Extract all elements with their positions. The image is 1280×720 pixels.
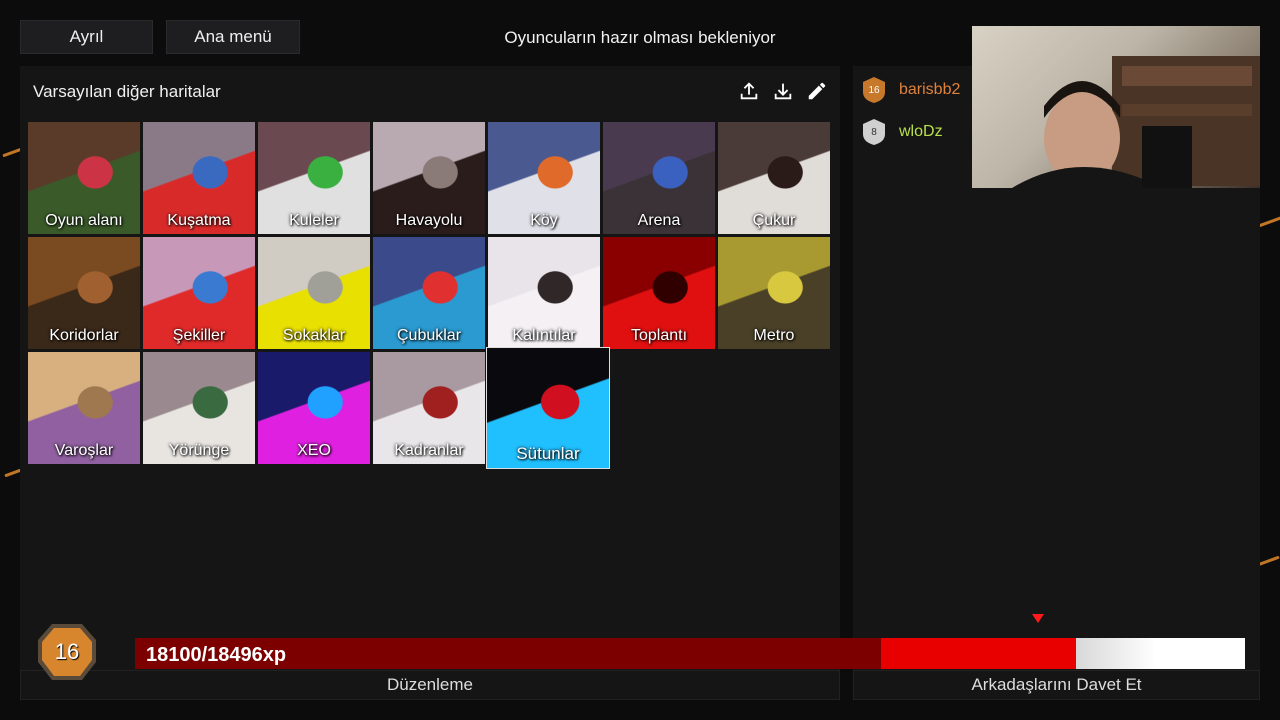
edit-button[interactable]: Düzenleme — [20, 670, 840, 700]
upload-icon[interactable] — [736, 78, 762, 104]
map-tile[interactable]: Çubuklar — [373, 237, 485, 349]
lobby-status: Oyuncuların hazır olması bekleniyor — [504, 28, 776, 47]
xp-fill-gain — [881, 638, 1076, 669]
map-tile[interactable]: Varoşlar — [28, 352, 140, 464]
map-label: Koridorlar — [49, 327, 119, 344]
webcam-overlay — [972, 26, 1260, 188]
map-tile[interactable]: Çukur — [718, 122, 830, 234]
map-label: Varoşlar — [54, 442, 114, 459]
xp-fill-fade — [1076, 638, 1156, 669]
player-level: 8 — [871, 126, 877, 138]
map-tile[interactable]: Kuşatma — [143, 122, 255, 234]
player-level: 16 — [868, 84, 880, 96]
maps-panel: Varsayılan diğer haritalar Oyun alanı Kuş… — [20, 66, 840, 670]
map-tile[interactable]: Kuleler — [258, 122, 370, 234]
panel-title: Varsayılan diğer haritalar — [33, 82, 221, 101]
map-tile[interactable]: Sütunlar — [486, 347, 610, 469]
map-tile[interactable]: Yörünge — [143, 352, 255, 464]
xp-text: 18100/18496xp — [146, 644, 287, 666]
map-label: Oyun alanı — [45, 212, 123, 229]
map-tile[interactable]: Kalıntılar — [488, 237, 600, 349]
map-tile[interactable]: Koridorlar — [28, 237, 140, 349]
level-number: 16 — [54, 639, 80, 664]
map-label: Köy — [530, 212, 558, 229]
leave-button[interactable]: Ayrıl — [20, 20, 153, 54]
map-label: Sütunlar — [516, 444, 580, 463]
map-tile[interactable]: Arena — [603, 122, 715, 234]
map-label: Çukur — [752, 212, 796, 229]
player-name: wloDz — [899, 123, 943, 140]
map-tile[interactable]: Havayolu — [373, 122, 485, 234]
map-tile[interactable]: Metro — [718, 237, 830, 349]
map-tile[interactable]: XEO — [258, 352, 370, 464]
map-label: Havayolu — [395, 212, 463, 229]
map-label: Arena — [637, 212, 681, 229]
xp-bar: 18100/18496xp — [135, 638, 1245, 669]
map-label: Metro — [753, 327, 795, 344]
invite-friends-button[interactable]: Arkadaşlarını Davet Et — [853, 670, 1260, 700]
player-level-badge: 8 — [861, 118, 887, 146]
main-menu-button[interactable]: Ana menü — [166, 20, 300, 54]
xp-marker — [1032, 614, 1044, 623]
map-tile[interactable]: Oyun alanı — [28, 122, 140, 234]
map-label: XEO — [297, 442, 331, 459]
download-icon[interactable] — [770, 78, 796, 104]
map-tile[interactable]: Sokaklar — [258, 237, 370, 349]
map-tile[interactable]: Toplantı — [603, 237, 715, 349]
player-row[interactable]: 8 wloDz — [861, 118, 943, 146]
map-tile[interactable]: Şekiller — [143, 237, 255, 349]
map-tile[interactable]: Köy — [488, 122, 600, 234]
map-tile[interactable]: Kadranlar — [373, 352, 485, 464]
map-label: Toplantı — [630, 327, 688, 344]
map-label: Kalıntılar — [512, 327, 576, 344]
player-name: barisbb2 — [899, 81, 961, 98]
map-label: Kuşatma — [167, 212, 231, 229]
map-label: Kuleler — [289, 212, 339, 229]
map-label: Şekiller — [172, 327, 226, 344]
map-label: Yörünge — [168, 442, 230, 459]
player-level-badge: 16 — [861, 76, 887, 104]
edit-icon[interactable] — [804, 78, 830, 104]
map-label: Kadranlar — [394, 442, 464, 459]
map-tools — [736, 78, 830, 104]
player-row[interactable]: 16 barisbb2 — [861, 76, 960, 104]
level-badge: 16 — [36, 622, 98, 682]
map-label: Çubuklar — [396, 327, 462, 344]
map-label: Sokaklar — [282, 327, 346, 344]
